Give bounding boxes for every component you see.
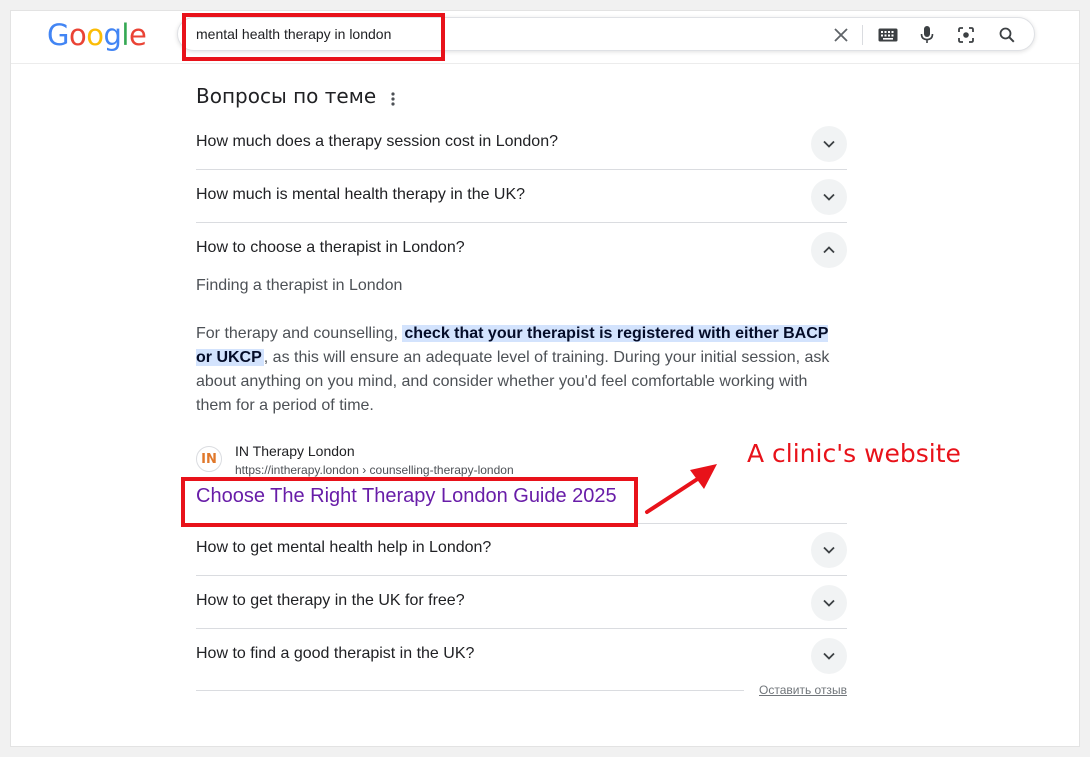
chevron-down-icon[interactable]	[811, 532, 847, 568]
answer-text-after: , as this will ensure an adequate level …	[196, 349, 830, 414]
more-options-icon[interactable]	[386, 89, 400, 109]
logo-letter: g	[103, 18, 122, 52]
chevron-down-icon[interactable]	[811, 585, 847, 621]
chevron-up-icon[interactable]	[811, 232, 847, 268]
search-input[interactable]	[196, 18, 756, 50]
google-logo[interactable]: Google	[47, 18, 147, 52]
keyboard-icon[interactable]	[877, 26, 899, 44]
source-favicon[interactable]: IN	[196, 446, 222, 472]
chevron-down-icon[interactable]	[811, 638, 847, 674]
chevron-down-icon[interactable]	[811, 179, 847, 215]
answer-heading: Finding a therapist in London	[196, 277, 403, 294]
logo-letter: o	[68, 18, 87, 52]
question-text: How to get therapy in the UK for free?	[196, 592, 465, 609]
logo-letter: G	[47, 18, 69, 52]
logo-letter: e	[128, 18, 147, 52]
question-row[interactable]: How to get mental health help in London?	[196, 524, 847, 576]
search-icon[interactable]	[998, 26, 1016, 44]
close-icon[interactable]	[832, 26, 850, 44]
related-questions-title: Вопросы по теме	[196, 84, 377, 108]
annotation-label: A clinic's website	[747, 439, 961, 468]
question-row[interactable]: How to get therapy in the UK for free?	[196, 577, 847, 629]
lens-icon[interactable]	[957, 26, 975, 44]
question-text: How much is mental health therapy in the…	[196, 186, 526, 203]
feedback-link[interactable]: Оставить отзыв	[759, 683, 847, 697]
answer-text: For therapy and counselling, check that …	[196, 322, 847, 418]
question-text: How to find a good therapist in the UK?	[196, 645, 475, 662]
question-text: How to get mental health help in London?	[196, 539, 492, 556]
feedback-divider	[196, 690, 744, 691]
toolbar-divider	[862, 25, 863, 45]
result-title-link[interactable]: Choose The Right Therapy London Guide 20…	[196, 485, 617, 508]
search-box	[177, 17, 1035, 51]
question-text: How much does a therapy session cost in …	[196, 133, 558, 150]
answer-text-before: For therapy and counselling,	[196, 325, 403, 342]
microphone-icon[interactable]	[918, 26, 936, 44]
chevron-down-icon[interactable]	[811, 126, 847, 162]
browser-viewport: Google Вопросы по теме	[10, 10, 1080, 747]
question-row[interactable]: How to find a good therapist in the UK?	[196, 630, 847, 682]
source-name[interactable]: IN Therapy London	[235, 443, 355, 459]
source-url[interactable]: https://intherapy.london › counselling-t…	[235, 463, 514, 477]
logo-letter: l	[121, 18, 129, 52]
search-header: Google	[11, 11, 1079, 64]
annotation-arrow	[645, 464, 717, 514]
question-row[interactable]: How much is mental health therapy in the…	[196, 171, 847, 223]
question-text[interactable]: How to choose a therapist in London?	[196, 239, 465, 257]
logo-letter: o	[86, 18, 104, 52]
question-row[interactable]: How much does a therapy session cost in …	[196, 118, 847, 170]
